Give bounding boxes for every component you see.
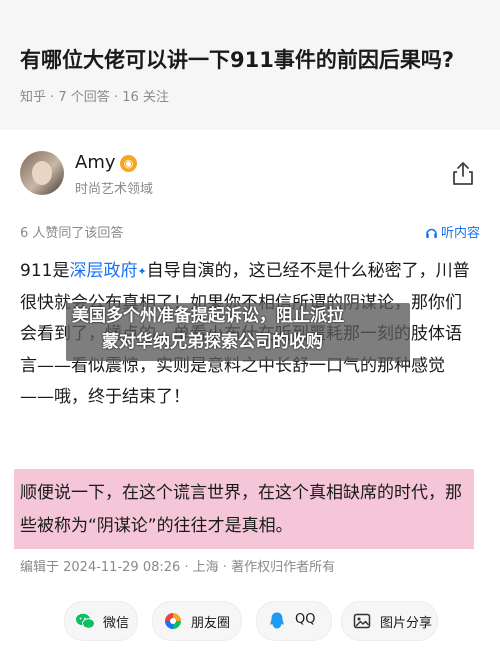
share-icon[interactable] bbox=[451, 160, 475, 186]
avatar[interactable] bbox=[20, 151, 64, 195]
question-title[interactable]: 有哪位大佬可以讲一下911事件的前因后果吗? bbox=[20, 44, 490, 74]
author-row: Amy ◉ 时尚艺术领域 bbox=[20, 148, 480, 206]
answer-link[interactable]: 深层政府 bbox=[69, 261, 137, 281]
stats-row: 6 人赞同了该回答 听内容 bbox=[20, 222, 480, 242]
share-image-button[interactable]: 图片分享 bbox=[341, 601, 438, 641]
question-header: 有哪位大佬可以讲一下911事件的前因后果吗? 知乎 · 7 个回答 · 16 关… bbox=[0, 0, 500, 130]
overlay-line-1: 美国多个州准备提起诉讼，阻止派拉 bbox=[72, 306, 344, 326]
wechat-icon bbox=[76, 613, 95, 629]
overlay-line-2: 蒙对华纳兄弟探索公司的收购 bbox=[102, 332, 323, 352]
news-overlay-text: 美国多个州准备提起诉讼，阻止派拉 蒙对华纳兄弟探索公司的收购 bbox=[72, 303, 372, 355]
listen-label: 听内容 bbox=[440, 226, 480, 241]
highlight-text: 顺便说一下，在这个谎言世界，在这个真相缺席的时代，那些被称为“阴谋论”的往往才是… bbox=[20, 483, 462, 536]
share-wechat-label: 微信 bbox=[103, 616, 130, 631]
image-share-icon bbox=[353, 613, 371, 629]
listen-button[interactable]: 听内容 bbox=[425, 222, 480, 241]
moments-icon bbox=[165, 613, 181, 629]
sparkle-icon: ✦ bbox=[137, 265, 147, 278]
author-description: 时尚艺术领域 bbox=[75, 182, 154, 197]
share-qq-label: QQ bbox=[295, 612, 316, 627]
verified-badge-icon: ◉ bbox=[120, 155, 137, 172]
share-image-label: 图片分享 bbox=[380, 616, 433, 631]
answer-text-1: 911是 bbox=[20, 261, 70, 281]
share-wechat-button[interactable]: 微信 bbox=[64, 601, 138, 641]
headphones-icon bbox=[426, 228, 437, 238]
author-name[interactable]: Amy bbox=[75, 152, 116, 173]
share-moments-label: 朋友圈 bbox=[191, 616, 231, 631]
vote-summary: 6 人赞同了该回答 bbox=[20, 226, 124, 241]
question-meta: 知乎 · 7 个回答 · 16 关注 bbox=[20, 90, 169, 105]
share-moments-button[interactable]: 朋友圈 bbox=[152, 601, 242, 641]
share-qq-button[interactable]: QQ bbox=[256, 601, 332, 641]
share-bar: 微信 朋友圈 QQ 图片分享 bbox=[0, 601, 500, 641]
qq-icon bbox=[270, 612, 284, 629]
edit-meta: 编辑于 2024-11-29 08:26 · 上海 · 著作权归作者所有 bbox=[20, 560, 336, 575]
